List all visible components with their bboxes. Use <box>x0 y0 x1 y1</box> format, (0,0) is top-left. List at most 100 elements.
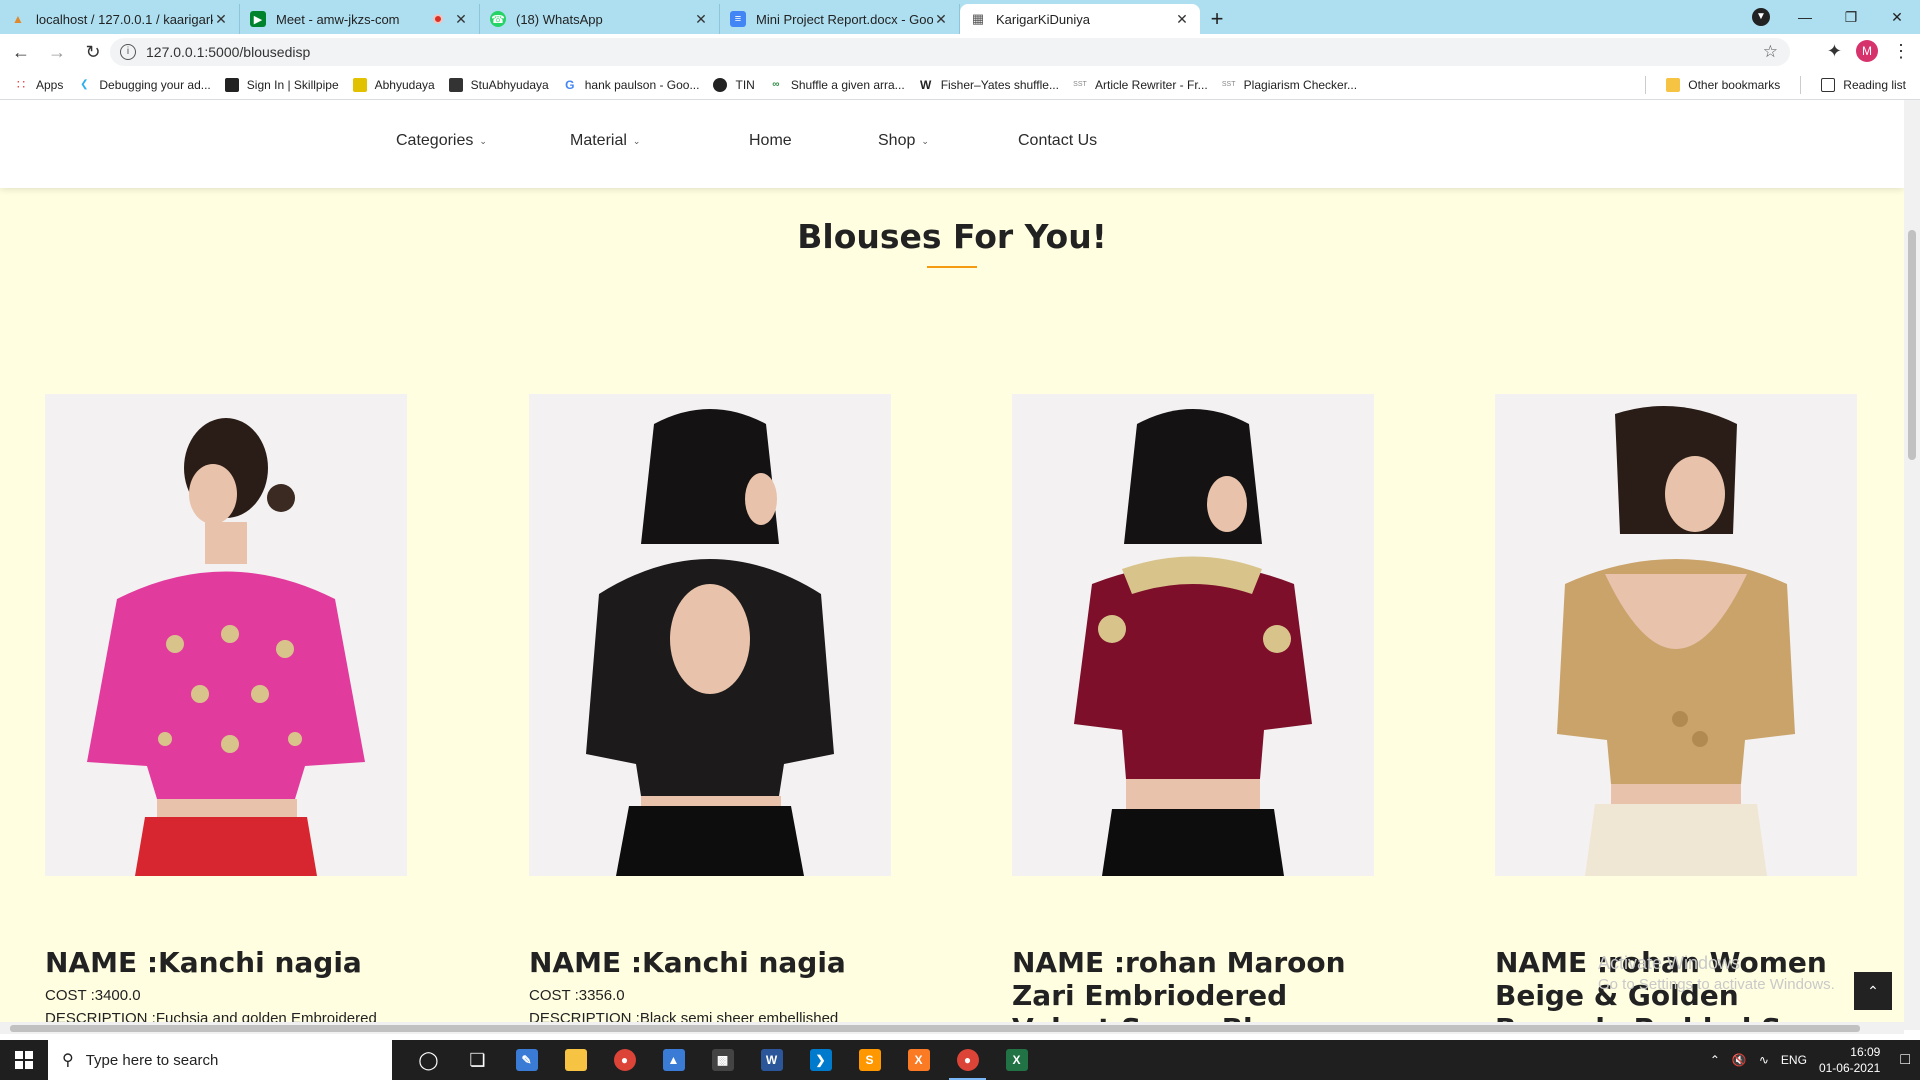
tab-docs[interactable]: ≡ Mini Project Report.docx - Googl ✕ <box>720 4 960 34</box>
bookmark-label: Plagiarism Checker... <box>1243 77 1358 92</box>
bookmark-item[interactable]: StuAbhyudaya <box>448 77 549 92</box>
3d-viewer-icon[interactable]: ▲ <box>649 1040 698 1080</box>
product-image[interactable] <box>1495 394 1857 876</box>
vertical-scrollbar[interactable] <box>1904 100 1920 1030</box>
nav-shop[interactable]: Shop ⌄ <box>878 132 929 150</box>
close-icon[interactable]: ✕ <box>213 11 229 28</box>
paint-icon[interactable]: ✎ <box>502 1040 551 1080</box>
product-name: NAME :rohan Maroon Zari Embriodered Velv… <box>1012 946 1346 1030</box>
windows-logo-icon <box>15 1051 33 1069</box>
chrome-active-icon[interactable]: ● <box>943 1040 992 1080</box>
close-icon[interactable]: ✕ <box>453 11 469 28</box>
windows-taskbar: ⚲ Type here to search ◯ ❏ ✎ ● ▲ ▩ W ❯ S … <box>0 1040 1920 1080</box>
excel-icon[interactable]: X <box>992 1040 1041 1080</box>
tab-title: localhost / 127.0.0.1 / kaarigarkid <box>36 11 213 27</box>
new-tab-button[interactable]: + <box>1200 4 1234 34</box>
file-explorer-icon[interactable] <box>551 1040 600 1080</box>
chevron-up-icon[interactable]: ⌃ <box>1710 1053 1720 1067</box>
product-image[interactable] <box>45 394 407 876</box>
volume-muted-icon[interactable]: 🔇 <box>1732 1053 1747 1067</box>
start-button[interactable] <box>0 1040 48 1080</box>
address-bar[interactable]: i 127.0.0.1:5000/blousedisp ☆ <box>110 38 1790 66</box>
maximize-icon[interactable]: ❐ <box>1828 9 1874 26</box>
scroll-to-top-button[interactable]: ⌃ <box>1854 972 1892 1010</box>
sublime-icon[interactable]: S <box>845 1040 894 1080</box>
tab-phpmyadmin[interactable]: ▲ localhost / 127.0.0.1 / kaarigarkid ✕ <box>0 4 240 34</box>
close-window-icon[interactable]: ✕ <box>1874 9 1920 26</box>
wifi-icon[interactable]: ∿ <box>1759 1053 1769 1067</box>
gfg-icon: ∞ <box>772 79 780 90</box>
reload-icon[interactable]: ↻ <box>78 42 108 63</box>
tab-whatsapp[interactable]: ☎ (18) WhatsApp ✕ <box>480 4 720 34</box>
bookmark-label: StuAbhyudaya <box>470 77 549 92</box>
notifications-icon[interactable]: □ <box>1900 1051 1910 1069</box>
chevron-up-icon: ⌃ <box>1867 982 1879 999</box>
tab-meet[interactable]: ▶ Meet - amw-jkzs-com ✕ <box>240 4 480 34</box>
bookmark-item[interactable]: W Fisher–Yates shuffle... <box>919 78 1059 92</box>
extensions-icon[interactable]: ✦ <box>1827 41 1842 62</box>
page-content: Categories ⌄ Material ⌄ Home Shop ⌄ Contact… <box>0 100 1904 1030</box>
back-icon[interactable]: ← <box>6 42 36 63</box>
bookmark-item[interactable]: SST Article Rewriter - Fr... <box>1073 78 1208 92</box>
tab-title: Meet - amw-jkzs-com <box>276 11 400 27</box>
profile-avatar[interactable]: M <box>1856 40 1878 62</box>
url-text[interactable]: 127.0.0.1:5000/blousedisp <box>146 44 1763 60</box>
time: 16:09 <box>1850 1045 1881 1059</box>
divider <box>1800 76 1802 94</box>
nav-label: Contact Us <box>1018 132 1098 149</box>
bookmark-item[interactable]: SST Plagiarism Checker... <box>1222 78 1357 92</box>
cortana-icon[interactable]: ◯ <box>404 1040 453 1080</box>
minimize-icon[interactable]: — <box>1782 9 1828 25</box>
bookmark-label: Apps <box>36 77 64 92</box>
chrome-icon[interactable]: ● <box>600 1040 649 1080</box>
title-underline <box>927 266 977 268</box>
info-icon[interactable]: i <box>120 44 136 60</box>
game-icon[interactable]: ▩ <box>698 1040 747 1080</box>
nav-material[interactable]: Material ⌄ <box>570 132 640 150</box>
bookmark-item[interactable]: ∞ Shuffle a given arra... <box>769 78 904 92</box>
product-card[interactable]: NAME :rohan Women Beige & Golden Brocade… <box>1495 394 1857 1030</box>
close-icon[interactable]: ✕ <box>693 11 709 28</box>
bookmark-item[interactable]: Sign In | Skillpipe <box>224 77 339 92</box>
product-cost: COST :3400.0 <box>45 987 141 1004</box>
product-cost: COST :3356.0 <box>529 987 625 1004</box>
product-card[interactable]: NAME :rohan Maroon Zari Embriodered Velv… <box>1012 394 1374 1030</box>
bookmark-item[interactable]: Abhyudaya <box>352 77 435 92</box>
bookmark-item[interactable]: TIN <box>713 77 755 92</box>
close-icon[interactable]: ✕ <box>1174 11 1190 28</box>
product-card[interactable]: NAME :Kanchi nagia COST :3356.0 DESCRIPT… <box>529 394 891 1027</box>
bookmark-apps[interactable]: ∷ Apps <box>14 76 64 92</box>
horizontal-scrollbar[interactable] <box>0 1022 1904 1034</box>
apps-grid-icon: ∷ <box>16 76 26 92</box>
nav-categories[interactable]: Categories ⌄ <box>396 132 487 150</box>
task-view-icon[interactable]: ❏ <box>453 1040 502 1080</box>
nav-contact-us[interactable]: Contact Us <box>1018 132 1097 150</box>
scrollbar-thumb[interactable] <box>1908 230 1916 460</box>
scrollbar-thumb[interactable] <box>10 1025 1860 1032</box>
activate-subtitle: Go to Settings to activate Windows. <box>1598 976 1835 993</box>
vscode-icon[interactable]: ❯ <box>796 1040 845 1080</box>
other-bookmarks[interactable]: Other bookmarks <box>1666 78 1780 92</box>
product-image[interactable] <box>1012 394 1374 876</box>
taskbar-search[interactable]: ⚲ Type here to search <box>48 1040 392 1080</box>
forward-icon[interactable]: → <box>42 42 72 63</box>
bookmark-label: Fisher–Yates shuffle... <box>940 77 1059 92</box>
clock[interactable]: 16:09 01-06-2021 <box>1819 1044 1880 1076</box>
xampp-icon[interactable]: X <box>894 1040 943 1080</box>
word-icon[interactable]: W <box>747 1040 796 1080</box>
tab-karigarkiduniya[interactable]: ▦ KarigarKiDuniya ✕ <box>960 4 1200 34</box>
product-image[interactable] <box>529 394 891 876</box>
docs-icon: ≡ <box>730 11 746 27</box>
reading-list[interactable]: Reading list <box>1821 78 1906 92</box>
close-icon[interactable]: ✕ <box>933 11 949 28</box>
bookmark-item[interactable]: Ghank paulson - Goo... <box>563 78 699 92</box>
other-bookmarks-label: Other bookmarks <box>1688 78 1781 92</box>
bookmark-item[interactable]: ❮ Debugging your ad... <box>77 78 211 92</box>
product-card[interactable]: NAME :Kanchi nagia COST :3400.0 DESCRIPT… <box>45 394 407 1027</box>
tab-search-icon[interactable]: ▼ <box>1752 8 1770 26</box>
bookmark-label: Article Rewriter - Fr... <box>1094 77 1208 92</box>
bookmark-star-icon[interactable]: ☆ <box>1763 42 1778 62</box>
nav-home[interactable]: Home <box>749 132 792 150</box>
menu-icon[interactable]: ⋮ <box>1892 41 1910 62</box>
language-indicator[interactable]: ENG <box>1781 1053 1807 1067</box>
